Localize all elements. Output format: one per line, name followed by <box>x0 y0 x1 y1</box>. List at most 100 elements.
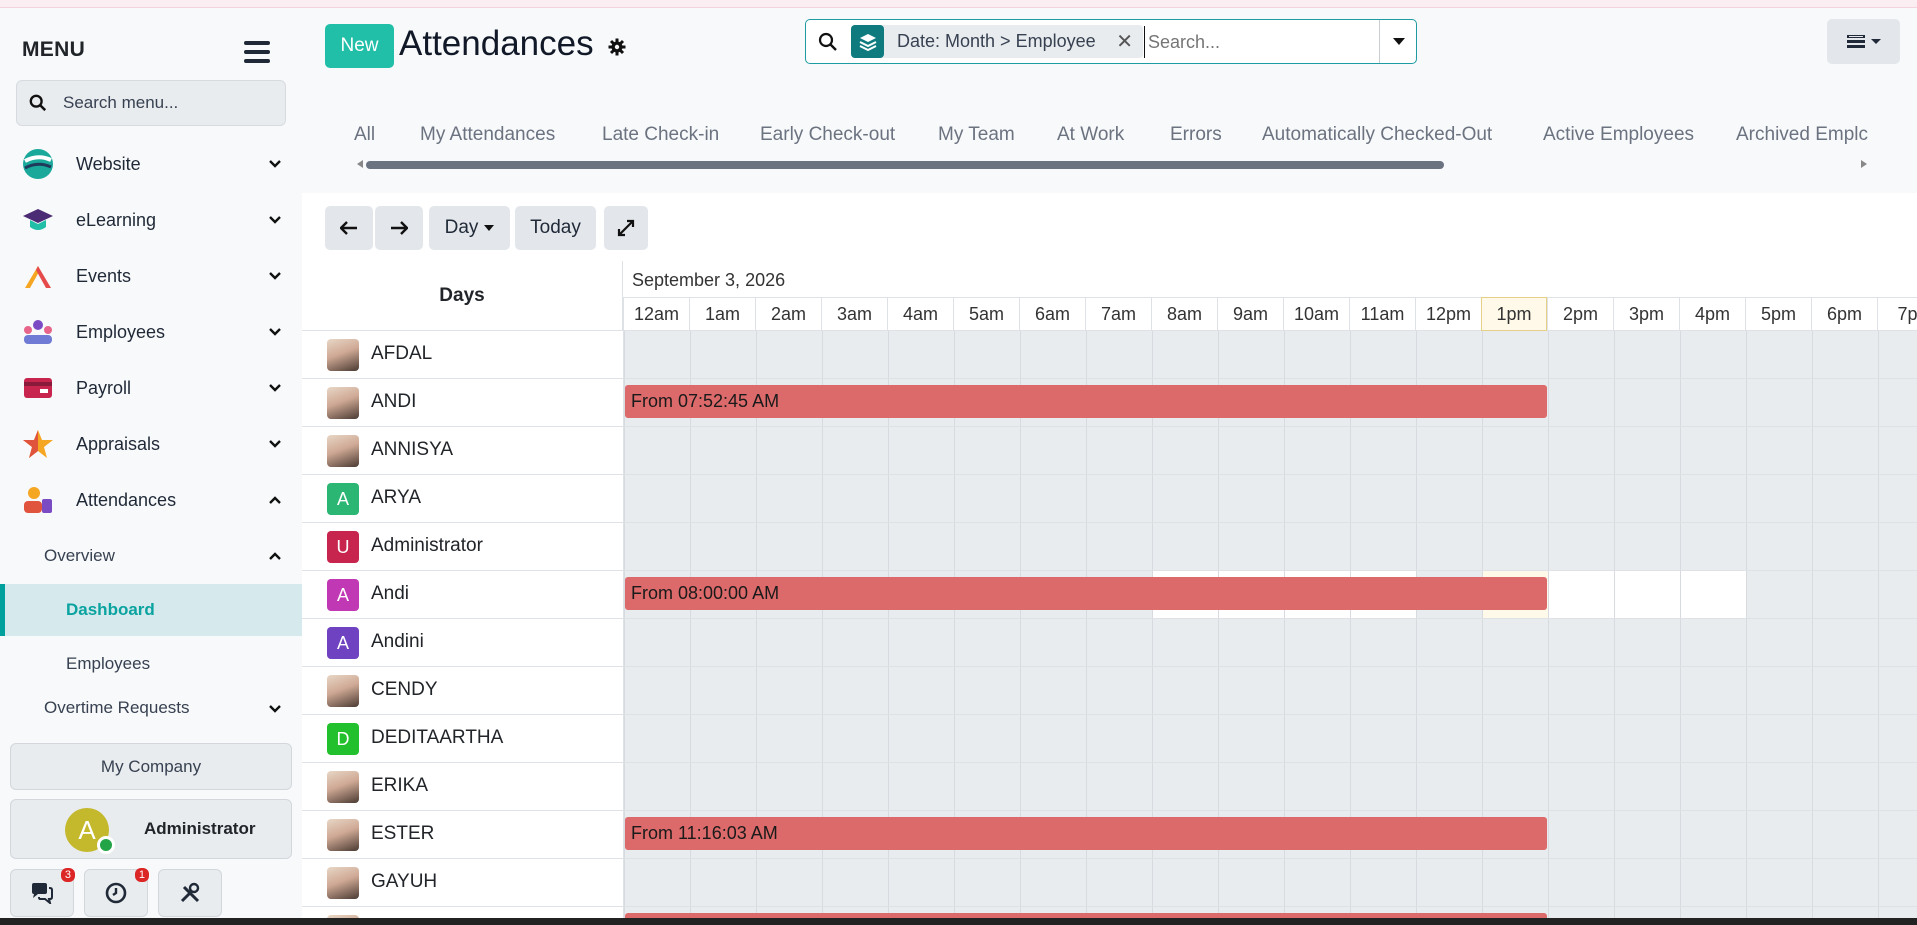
tools-button[interactable] <box>158 869 222 917</box>
page-title: Attendances <box>399 24 594 63</box>
previous-button[interactable] <box>325 206 373 250</box>
gantt-row-cells[interactable] <box>623 619 1917 666</box>
next-button[interactable] <box>375 206 423 250</box>
caret-down-icon <box>1392 37 1405 45</box>
chevron-up-icon <box>269 496 281 504</box>
gantt-row-cells[interactable] <box>623 667 1917 714</box>
scrollbar-thumb[interactable] <box>366 161 1444 169</box>
sidebar-item-events[interactable]: Events <box>0 253 302 299</box>
appraisals-icon <box>23 430 53 458</box>
activities-button[interactable]: 1 <box>84 868 149 917</box>
date-header: September 3, 2026 <box>632 270 786 290</box>
gantt-row: ANDI From 07:52:45 AM <box>302 379 1917 427</box>
filter-archived-employees[interactable]: Archived Emplc <box>1736 124 1868 146</box>
search-icon <box>29 94 47 112</box>
sidebar-item-employees-sub[interactable]: Employees <box>0 638 302 690</box>
employee-name: ARYA <box>371 487 421 508</box>
gear-icon[interactable] <box>608 38 626 56</box>
gantt-row: U Administrator <box>302 523 1917 571</box>
chevron-down-icon <box>269 440 281 448</box>
activities-badge: 1 <box>134 868 149 882</box>
sidebar-item-elearning[interactable]: eLearning <box>0 197 302 243</box>
scale-label: Day <box>444 217 479 238</box>
hour-header: 1pm <box>1481 297 1547 331</box>
hour-header: 7am <box>1085 297 1151 331</box>
gantt-view: Days September 3, 2026 12am 1am 2am 3am 4am 5… <box>302 261 1917 925</box>
sidebar-item-website[interactable]: Website <box>0 141 302 187</box>
user-menu[interactable]: A Administrator <box>10 799 292 859</box>
gantt-row-cells[interactable] <box>623 715 1917 762</box>
avatar: D <box>327 723 359 755</box>
expand-button[interactable] <box>604 206 648 250</box>
scroll-right-icon[interactable] <box>1860 160 1868 168</box>
hour-header: 11am <box>1349 297 1415 331</box>
sidebar-item-label: Attendances <box>76 489 177 510</box>
arrow-left-icon <box>340 221 357 235</box>
gantt-row-cells[interactable] <box>623 523 1917 570</box>
sidebar-item-label: Appraisals <box>76 433 161 454</box>
website-icon <box>23 149 53 179</box>
avatar <box>327 435 359 467</box>
gantt-row-cells[interactable] <box>623 331 1917 378</box>
search-input[interactable] <box>1144 26 1381 58</box>
gantt-row-cells[interactable] <box>623 475 1917 522</box>
search-facet: Date: Month > Employee ✕ <box>851 25 1143 58</box>
sidebar-item-overtime-requests[interactable]: Overtime Requests <box>0 692 302 722</box>
avatar <box>327 675 359 707</box>
today-button[interactable]: Today <box>515 206 596 250</box>
filter-late-check-in[interactable]: Late Check-in <box>602 124 719 146</box>
hour-header: 2pm <box>1547 297 1613 331</box>
sidebar-item-dashboard[interactable]: Dashboard <box>0 584 302 636</box>
menu-search-placeholder: Search menu... <box>63 93 179 112</box>
online-status-icon <box>97 836 115 854</box>
gantt-row-cells[interactable] <box>623 763 1917 810</box>
arrow-right-icon <box>391 221 408 235</box>
hour-header: 12am <box>623 297 689 331</box>
hour-header: 5am <box>953 297 1019 331</box>
hour-header: 3am <box>821 297 887 331</box>
scroll-left-icon[interactable] <box>356 160 364 168</box>
sidebar-item-payroll[interactable]: Payroll <box>0 365 302 411</box>
hour-header: 2am <box>755 297 821 331</box>
employee-name: ESTER <box>371 823 435 844</box>
employees-icon <box>24 320 52 344</box>
filter-my-team[interactable]: My Team <box>938 124 1015 146</box>
messages-button[interactable]: 3 <box>10 868 75 917</box>
hour-header: 12pm <box>1415 297 1481 331</box>
employee-name: GAYUH <box>371 871 438 892</box>
sidebar-item-label: Employees <box>76 321 166 342</box>
new-button[interactable]: New <box>325 24 394 68</box>
attendance-pill[interactable]: From 07:52:45 AM <box>625 385 1547 418</box>
menu-search-input[interactable]: Search menu... <box>16 80 286 126</box>
gantt-row: ESTER From 11:16:03 AM <box>302 811 1917 859</box>
gantt-row-cells[interactable] <box>623 859 1917 906</box>
hour-header: 1am <box>689 297 755 331</box>
search-options-toggle[interactable] <box>1379 20 1417 63</box>
view-switcher-button[interactable] <box>1827 19 1900 64</box>
hour-header: 3pm <box>1613 297 1679 331</box>
filter-early-check-out[interactable]: Early Check-out <box>760 124 895 146</box>
filter-errors[interactable]: Errors <box>1170 124 1222 146</box>
filter-all[interactable]: All <box>354 124 375 146</box>
company-switcher[interactable]: My Company <box>10 743 292 790</box>
sidebar-item-overview[interactable]: Overview <box>0 530 302 582</box>
employee-name: ANNISYA <box>371 439 454 460</box>
filter-active-employees[interactable]: Active Employees <box>1543 124 1694 146</box>
avatar <box>327 387 359 419</box>
gantt-row-cells[interactable] <box>623 427 1917 474</box>
remove-facet-icon[interactable]: ✕ <box>1116 29 1133 54</box>
scale-dropdown[interactable]: Day <box>429 206 510 250</box>
sidebar-item-employees[interactable]: Employees <box>0 309 302 355</box>
sidebar-item-appraisals[interactable]: Appraisals <box>0 421 302 467</box>
sidebar-item-label: Payroll <box>76 377 132 398</box>
elearning-icon <box>23 209 53 230</box>
search-icon[interactable] <box>818 32 838 52</box>
attendance-pill[interactable]: From 08:00:00 AM <box>625 577 1547 610</box>
hamburger-icon[interactable] <box>244 41 270 63</box>
filter-auto-checked-out[interactable]: Automatically Checked-Out <box>1262 124 1492 146</box>
tools-icon <box>180 882 200 903</box>
filter-at-work[interactable]: At Work <box>1057 124 1124 146</box>
filter-my-attendances[interactable]: My Attendances <box>420 124 555 146</box>
attendance-pill[interactable]: From 11:16:03 AM <box>625 817 1547 850</box>
sidebar-item-attendances[interactable]: Attendances <box>0 477 302 523</box>
